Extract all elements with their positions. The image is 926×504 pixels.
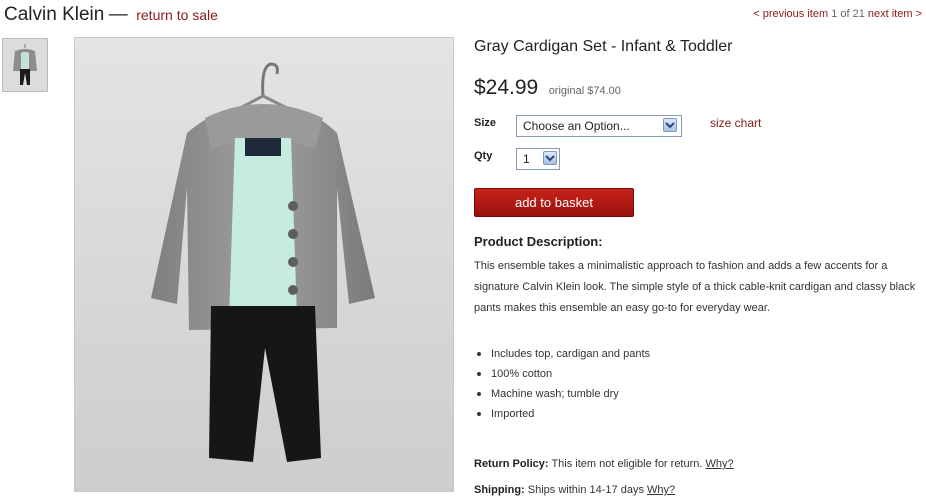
main-product-image — [74, 37, 454, 492]
return-policy-label: Return Policy: — [474, 458, 549, 470]
size-select[interactable]: Choose an Option... — [516, 115, 682, 137]
list-item: Machine wash; tumble dry — [474, 384, 650, 404]
item-position: 1 of 21 — [831, 8, 865, 20]
product-photo — [75, 38, 453, 491]
qty-select-value: 1 — [523, 152, 530, 166]
shipping-info: Shipping: Ships within 14-17 days Why? — [474, 484, 675, 496]
size-select-value: Choose an Option... — [523, 119, 630, 133]
chevron-down-icon — [663, 118, 677, 132]
description-heading: Product Description: — [474, 234, 603, 249]
return-policy-text: This item not eligible for return. — [551, 458, 703, 470]
list-item: Imported — [474, 404, 650, 424]
feature-list: Includes top, cardigan and pants 100% co… — [474, 344, 650, 424]
original-price: original $74.00 — [548, 85, 621, 97]
previous-item-link[interactable]: < previous item — [753, 8, 828, 20]
separator: — — [108, 4, 128, 25]
brand-name: Calvin Klein — [4, 4, 105, 25]
brand-row: Calvin Klein — return to sale — [4, 4, 218, 26]
size-label: Size — [474, 117, 497, 129]
item-pager: < previous item 1 of 21 next item > — [753, 8, 922, 20]
product-title: Gray Cardigan Set - Infant & Toddler — [474, 38, 733, 55]
add-to-basket-button[interactable]: add to basket — [474, 188, 634, 217]
shipping-label: Shipping: — [474, 484, 525, 496]
thumbnail-image — [3, 39, 47, 91]
next-item-link[interactable]: next item > — [868, 8, 922, 20]
return-policy-why-link[interactable]: Why? — [706, 458, 734, 470]
qty-label: Qty — [474, 150, 493, 162]
shipping-text: Ships within 14-17 days — [527, 484, 644, 496]
chevron-down-icon — [543, 151, 557, 165]
return-policy: Return Policy: This item not eligible fo… — [474, 458, 734, 470]
product-description: This ensemble takes a minimalistic appro… — [474, 260, 916, 314]
shipping-why-link[interactable]: Why? — [647, 484, 675, 496]
sale-price: $24.99 — [474, 76, 539, 99]
return-to-sale-link[interactable]: return to sale — [136, 7, 218, 23]
product-thumbnail[interactable] — [2, 38, 48, 92]
list-item: 100% cotton — [474, 364, 650, 384]
price-row: $24.99 original $74.00 — [474, 76, 621, 100]
qty-select[interactable]: 1 — [516, 148, 560, 170]
size-chart-link[interactable]: size chart — [710, 116, 761, 130]
list-item: Includes top, cardigan and pants — [474, 344, 650, 364]
